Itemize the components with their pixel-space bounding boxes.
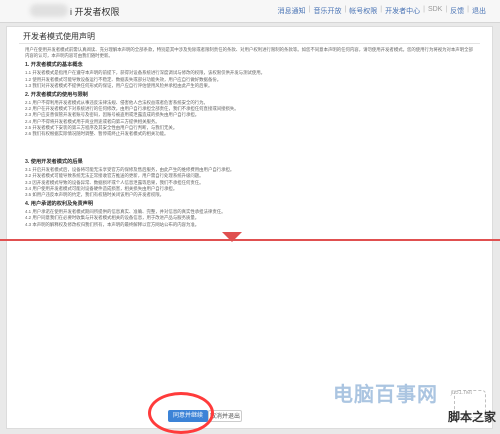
nav-messages[interactable]: 消息通知 — [278, 6, 306, 16]
nav-separator: | — [423, 6, 425, 13]
section-heading: 3. 使用开发者模式的后果 — [25, 159, 83, 166]
red-annotation-line — [0, 239, 500, 241]
nav-developer[interactable]: 开发者中心 — [385, 6, 420, 16]
nav-music[interactable]: 音乐开放 — [313, 6, 341, 16]
declaration-text: 用户在使用开发者模式前需认真阅读、充分理解本声明的全部条款，特别是其中涉及免除或… — [25, 47, 475, 228]
watermark-main: 电脑百事网 — [333, 384, 438, 406]
nav-account[interactable]: 帐号权限 — [349, 6, 377, 16]
red-circle-annotation — [148, 392, 214, 434]
brand-title: i 开发者权限 — [70, 7, 120, 17]
nav-separator: | — [445, 6, 448, 13]
section-item: 3.5 如用户违反本声明的约定，我们有权随时关闭该用户的开发者权限。 — [25, 192, 165, 198]
nav-sdk[interactable]: SDK — [428, 6, 442, 16]
top-nav: 消息通知 | 音乐开放 | 帐号权限 | 开发者中心 | SDK | 反馈 | 退出 — [278, 6, 486, 16]
section-heading: 2. 开发者模式的使用与限制 — [25, 92, 88, 99]
nav-separator: | — [467, 6, 469, 13]
nav-feedback[interactable]: 反馈 — [450, 6, 464, 16]
nav-separator: | — [308, 6, 311, 13]
section-heading: 1. 开发者模式的基本概念 — [25, 62, 83, 69]
watermark-site: jb51.net — [450, 390, 472, 396]
nav-separator: | — [380, 6, 383, 13]
page-title: 开发者模式使用声明 — [23, 32, 95, 41]
watermark-brand: 脚本之家 — [447, 410, 496, 424]
section-item: 4.3 本声明的解释权及修改权归我们所有，本声明的最终解释以官方网站公布的内容为… — [25, 221, 200, 227]
red-arrow-icon — [222, 232, 242, 242]
nav-logout[interactable]: 退出 — [472, 6, 486, 16]
nav-separator: | — [344, 6, 347, 13]
top-bar: i 开发者权限 消息通知 | 音乐开放 | 帐号权限 | 开发者中心 | SDK | 反馈… — [0, 0, 500, 23]
section-heading: 4. 用户承诺的权利及免责声明 — [25, 201, 94, 208]
logo — [30, 4, 68, 17]
declaration-panel: 开发者模式使用声明 用户在使用开发者模式前需认真阅读、充分理解本声明的全部条款，… — [6, 26, 493, 429]
title-divider — [19, 43, 480, 44]
section-item: 1.3 我们对开发者模式不提供任何形式的保证，用户应自行评估使用风险并承担由此产… — [25, 82, 213, 88]
section-item: 2.6 我们有权根据实际情况随时调整、暂停或终止开发者模式的相关功能。 — [25, 131, 169, 137]
intro-paragraph: 用户在使用开发者模式前需认真阅读、充分理解本声明的全部条款，特别是其中涉及免除或… — [25, 47, 473, 59]
